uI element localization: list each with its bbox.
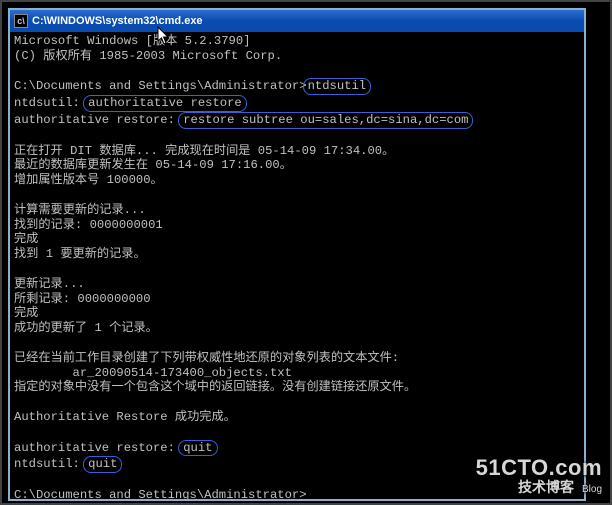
titlebar[interactable]: c\ C:\WINDOWS\system32\cmd.exe: [10, 10, 584, 32]
highlight-restore-subtree: restore subtree ou=sales,dc=sina,dc=com: [178, 112, 473, 129]
console-line: Authoritative Restore 成功完成。: [14, 410, 236, 424]
console-line: 找到 1 要更新的记录。: [14, 247, 146, 261]
console-line: 最近的数据库更新发生在 05-14-09 17:16.00。: [14, 158, 292, 172]
console-output[interactable]: Microsoft Windows [版本 5.2.3790] (C) 版权所有…: [10, 32, 584, 499]
console-line: authoritative restore:: [14, 441, 175, 455]
console-line: 计算需要更新的记录...: [14, 203, 146, 217]
highlight-ntdsutil-cmd: ntdsutil: [303, 78, 372, 95]
console-line: 指定的对象中没有一个包含这个域中的返回链接。没有创建链接还原文件。: [14, 380, 416, 394]
console-line: 更新记录...: [14, 277, 85, 291]
highlight-quit-1: quit: [178, 440, 217, 457]
console-line: 完成: [14, 306, 38, 320]
highlight-quit-2: quit: [83, 456, 122, 473]
cmd-window: c\ C:\WINDOWS\system32\cmd.exe Microsoft…: [8, 8, 586, 501]
console-line: 成功的更新了 1 个记录。: [14, 321, 158, 335]
console-line: ntdsutil:: [14, 457, 80, 471]
console-line: 所剩记录: 0000000000: [14, 292, 151, 306]
screenshot-frame: c\ C:\WINDOWS\system32\cmd.exe Microsoft…: [0, 0, 612, 505]
console-line: authoritative restore:: [14, 113, 175, 127]
console-line: ar_20090514-173400_objects.txt: [14, 366, 292, 380]
console-line: 找到的记录: 0000000001: [14, 218, 163, 232]
cmd-icon: c\: [14, 14, 28, 28]
console-line: (C) 版权所有 1985-2003 Microsoft Corp.: [14, 49, 282, 63]
console-line: 完成: [14, 232, 38, 246]
highlight-auth-restore: authoritative restore: [83, 95, 247, 112]
window-title: C:\WINDOWS\system32\cmd.exe: [32, 15, 580, 27]
console-line: 正在打开 DIT 数据库... 完成现在时间是 05-14-09 17:34.0…: [14, 144, 394, 158]
console-line: Microsoft Windows [版本 5.2.3790]: [14, 34, 250, 48]
console-line: 已经在当前工作目录创建了下列带权威性地还原的对象列表的文本文件:: [14, 351, 399, 365]
prompt-path: C:\Documents and Settings\Administrator>: [14, 79, 307, 93]
console-line: 增加属性版本号 100000。: [14, 173, 163, 187]
console-line: ntdsutil:: [14, 96, 80, 110]
prompt-path: C:\Documents and Settings\Administrator>: [14, 488, 307, 499]
